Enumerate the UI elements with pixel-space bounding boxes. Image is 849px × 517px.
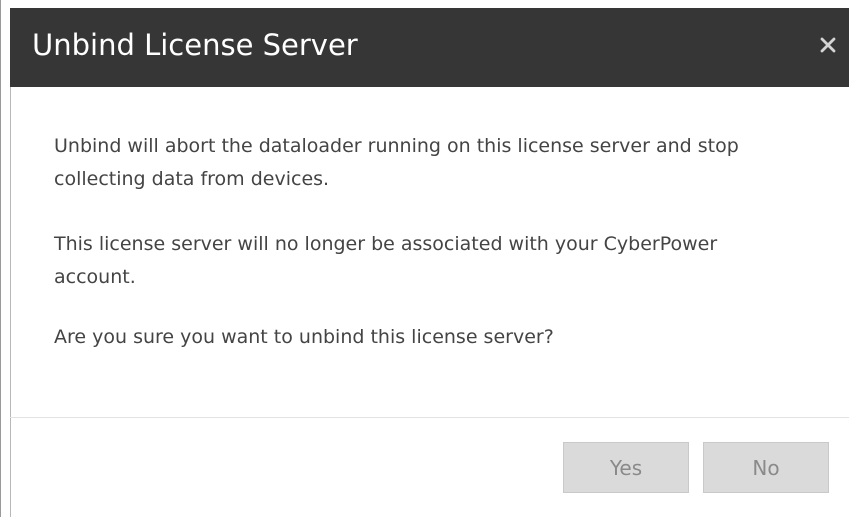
unbind-warning-message: Unbind will abort the dataloader running… [54, 135, 739, 190]
close-icon[interactable] [816, 33, 840, 57]
unbind-license-server-dialog: Unbind License Server Unbind will abort … [0, 0, 849, 517]
yes-button[interactable]: Yes [563, 442, 689, 493]
account-association-message: This license server will no longer be as… [54, 233, 718, 288]
dialog-body: Unbind will abort the dataloader running… [10, 87, 849, 417]
dialog-footer: Yes No [10, 418, 849, 517]
dialog-titlebar: Unbind License Server [10, 8, 849, 87]
no-button[interactable]: No [703, 442, 829, 493]
confirmation-question: Are you sure you want to unbind this lic… [54, 326, 554, 348]
dialog-title: Unbind License Server [32, 28, 358, 62]
